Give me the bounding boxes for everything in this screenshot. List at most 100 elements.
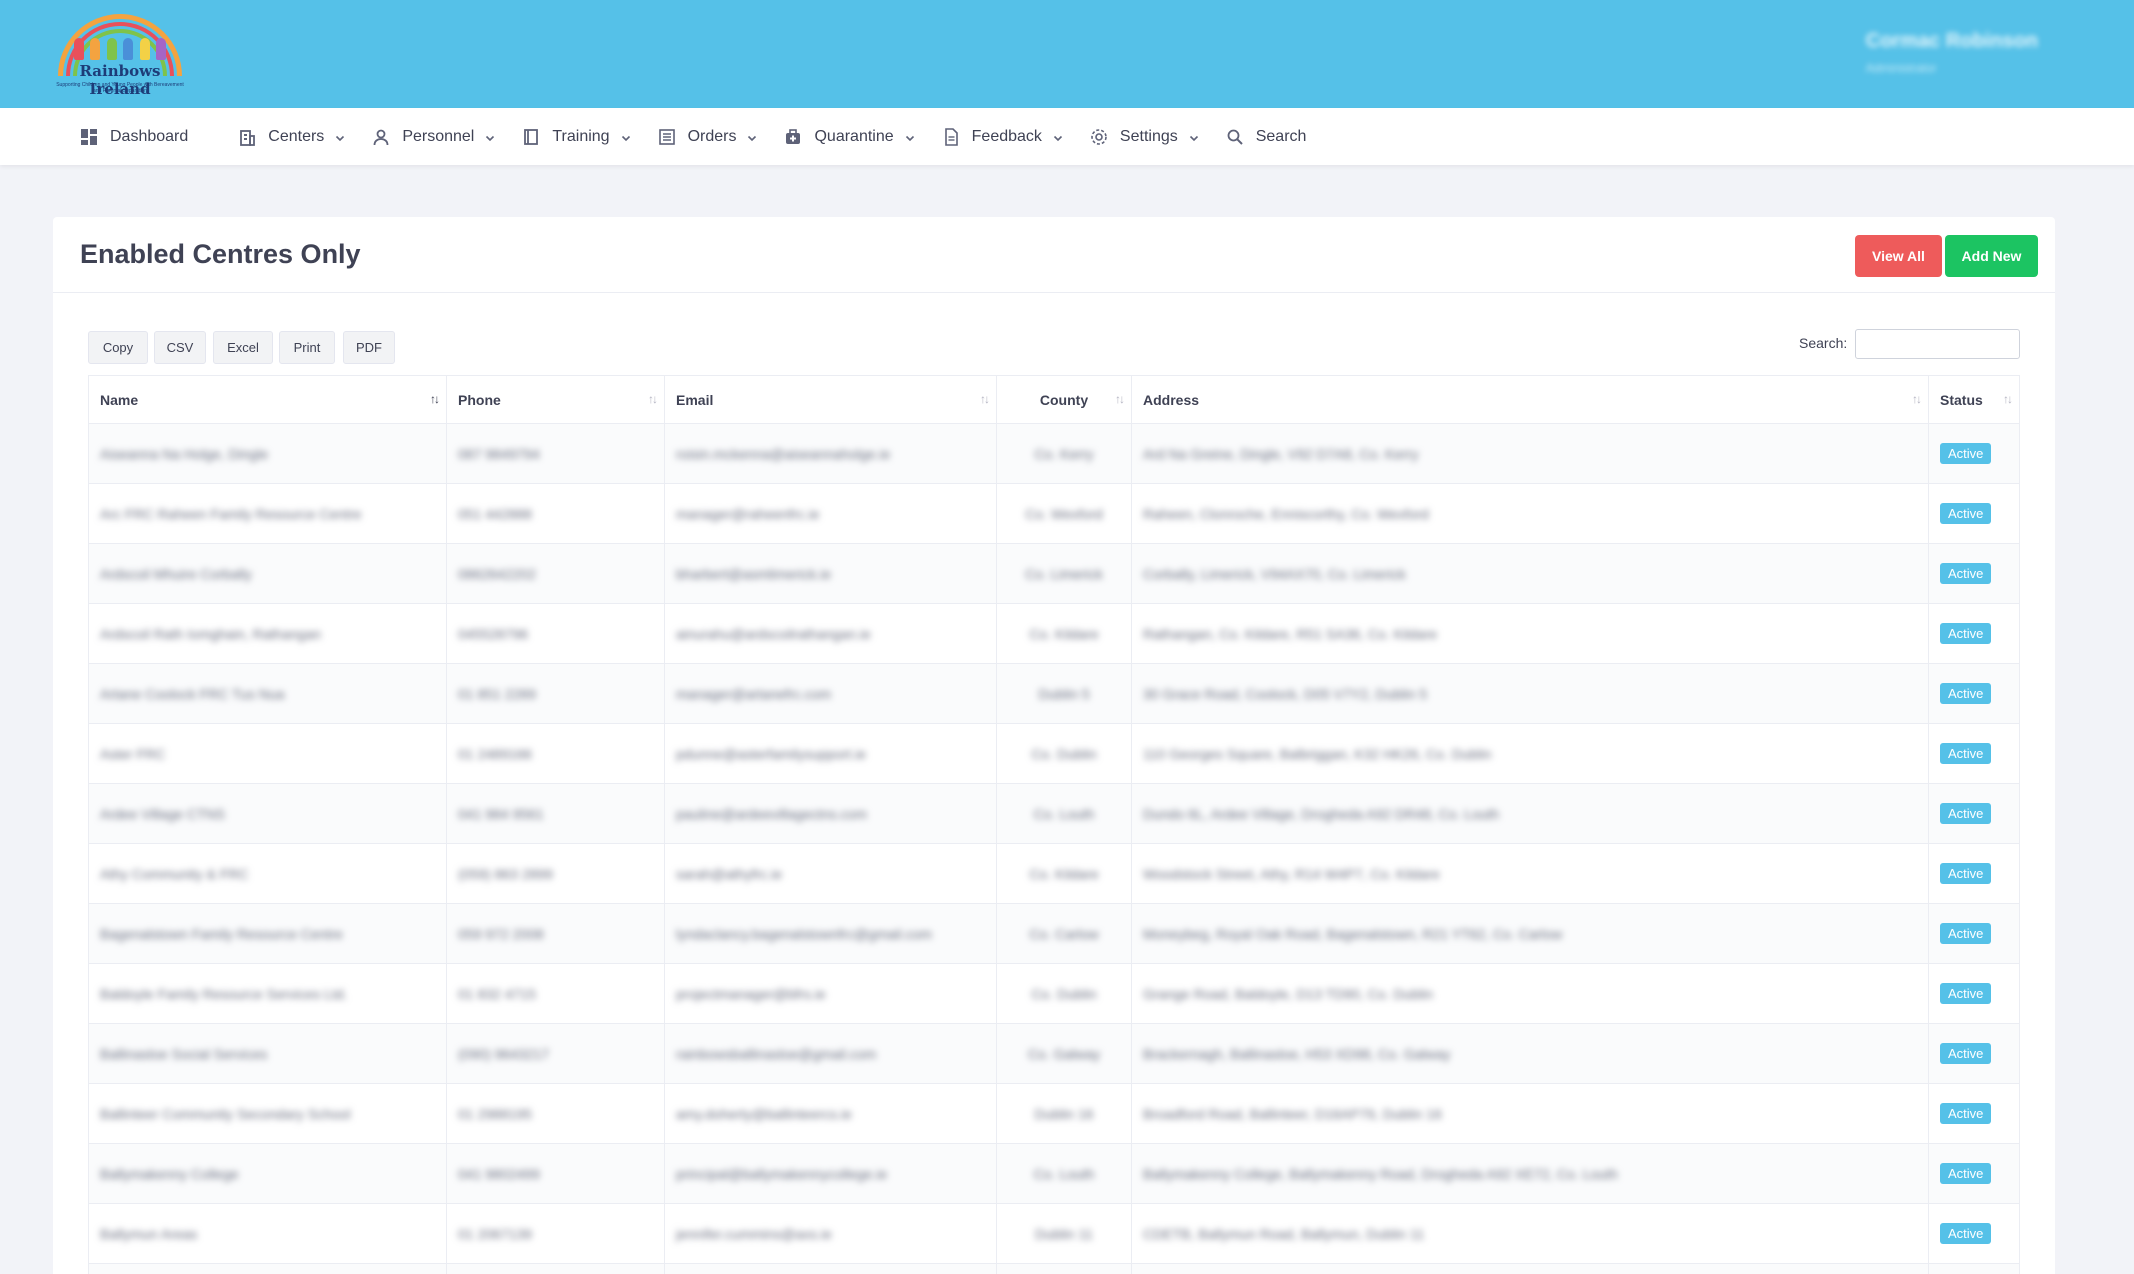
status-badge[interactable]: Active xyxy=(1940,863,1992,884)
cell-text: Aiseanna Na Holge, Dingle xyxy=(100,445,269,462)
export-pdf-button[interactable]: PDF xyxy=(343,331,395,364)
cell-status: Active xyxy=(1929,664,2020,723)
cell-text: 01 851 2289 xyxy=(458,685,536,702)
cell-county: Dublin 10 xyxy=(997,1264,1132,1274)
status-badge[interactable]: Active xyxy=(1940,1163,1992,1184)
logo-tagline: Supporting Children and Young People wit… xyxy=(56,82,184,94)
cell-text: principal@ballymakennycollege.ie xyxy=(676,1165,888,1182)
table-row[interactable]: Ballymakenny College 041 9802499 principal… xyxy=(88,1144,2020,1204)
cell-text: 059 972 2008 xyxy=(458,925,544,942)
status-badge[interactable]: Active xyxy=(1940,803,1992,824)
cell-text: Dublin 16 xyxy=(1034,1105,1094,1122)
status-badge[interactable]: Active xyxy=(1940,983,1992,1004)
nav-label: Dashboard xyxy=(110,127,189,145)
status-badge[interactable]: Active xyxy=(1940,503,1992,524)
table-row[interactable]: Ardee Village CTNS 041 984 9561 pauline@ar… xyxy=(88,784,2020,844)
table-row[interactable]: Artane Coolock FRC Tus Nua 01 851 2289 man… xyxy=(88,664,2020,724)
cell-text: 041 984 9561 xyxy=(458,805,544,822)
column-header-status[interactable]: Status ↑↓ xyxy=(1929,376,2020,423)
cell-text: Ardscoil Mhuire Corbally xyxy=(100,565,252,582)
user-menu[interactable]: Cormac Robinson Administrator xyxy=(1866,30,2038,75)
table-row[interactable]: Ballinteer Community Secondary School 01 … xyxy=(88,1084,2020,1144)
status-badge[interactable]: Active xyxy=(1940,1223,1992,1244)
cell-text: Brackernagh, Ballinasloe, H53 XD98, Co. … xyxy=(1143,1045,1451,1062)
status-badge[interactable]: Active xyxy=(1940,443,1992,464)
book-icon xyxy=(522,128,540,146)
table-row[interactable]: Aiseanna Na Holge, Dingle 087 9849794 rois… xyxy=(88,424,2020,484)
nav-personnel[interactable]: Personnel xyxy=(372,128,496,146)
table-header: Name ↑↓ Phone ↑↓ Email ↑↓ County ↑↓ Address ↑↓ Sta… xyxy=(88,376,2020,424)
cell-text: Ard Na Greine, Dingle, V92 D7A8, Co. Ker… xyxy=(1143,445,1419,462)
nav-dashboard[interactable]: Dashboard xyxy=(80,128,188,146)
table-row[interactable]: Baldoyle Family Resource Services Ltd. 01… xyxy=(88,964,2020,1024)
status-badge[interactable]: Active xyxy=(1940,683,1992,704)
nav-search[interactable]: Search xyxy=(1226,128,1306,146)
cell-status: Active xyxy=(1929,1144,2020,1203)
cell-address: Moneybeg, Royal Oak Road, Bagenalstown, … xyxy=(1132,904,1929,963)
cell-address: 110 Georges Square, Balbriggan, K32 HK26… xyxy=(1132,724,1929,783)
column-header-name[interactable]: Name ↑↓ xyxy=(88,376,447,423)
chevron-down-icon xyxy=(1188,131,1200,143)
table-row[interactable]: Ballyfermot Family Resource Centre01 626… xyxy=(88,1264,2020,1274)
cell-status: Active xyxy=(1929,604,2020,663)
column-header-email[interactable]: Email ↑↓ xyxy=(665,376,997,423)
cell-text: ainurahu@ardscoilrathangan.ie xyxy=(676,625,871,642)
cell-text: Ballinasloe Social Services xyxy=(100,1045,268,1062)
table-row[interactable]: Ardscoil Mhuire Corbally 0862642202 bharbe… xyxy=(88,544,2020,604)
cell-status: Active xyxy=(1929,544,2020,603)
export-excel-button[interactable]: Excel xyxy=(213,331,273,364)
table-row[interactable]: Ballymun Areas 01 2067139 jennifer.cummins… xyxy=(88,1204,2020,1264)
table-row[interactable]: Ardscoil Rath Iomghain, Rathangan 0455287… xyxy=(88,604,2020,664)
centres-table: Name ↑↓ Phone ↑↓ Email ↑↓ County ↑↓ Address ↑↓ Sta… xyxy=(88,375,2020,1274)
table-search-input[interactable] xyxy=(1855,329,2020,359)
nav-label: Centers xyxy=(268,127,325,145)
cell-email: ainurahu@ardscoilrathangan.ie xyxy=(665,604,997,663)
column-header-phone[interactable]: Phone ↑↓ xyxy=(447,376,665,423)
chevron-down-icon xyxy=(620,131,632,143)
table-row[interactable]: Aster FRC 01 2489166 pdunne@asterfamilysup… xyxy=(88,724,2020,784)
cell-text: Athy Community & FRC xyxy=(100,865,249,882)
status-badge[interactable]: Active xyxy=(1940,563,1992,584)
cell-name: Ballyfermot Family Resource Centre xyxy=(88,1264,447,1274)
status-badge[interactable]: Active xyxy=(1940,1043,1992,1064)
status-badge[interactable]: Active xyxy=(1940,923,1992,944)
nav-orders[interactable]: Orders xyxy=(658,128,759,146)
cell-address: Ballyfermot Road, Dublin 10 xyxy=(1132,1264,1929,1274)
nav-quarantine[interactable]: Quarantine xyxy=(784,128,915,146)
cell-address: Grange Road, Baldoyle, D13 TD90, Co. Dub… xyxy=(1132,964,1929,1023)
status-badge[interactable]: Active xyxy=(1940,623,1992,644)
cell-text: Raheen, Clonroche, Enniscorthy, Co. Wexf… xyxy=(1143,505,1429,522)
cell-address: Woodstock Street, Athy, R14 W4P7, Co. Ki… xyxy=(1132,844,1929,903)
building-icon xyxy=(238,128,256,146)
cell-text: lyndaclancy.bagenalstownfrc@gmail.com xyxy=(676,925,932,942)
table-row[interactable]: Bagenalstown Family Resource Centre 059 9… xyxy=(88,904,2020,964)
cell-text: jennifer.cummins@axs.ie xyxy=(676,1225,832,1242)
nav-centers[interactable]: Centers xyxy=(238,128,346,146)
nav-settings[interactable]: Settings xyxy=(1090,128,1200,146)
export-print-button[interactable]: Print xyxy=(279,331,335,364)
rainbows-ireland-logo[interactable]: Rainbows Ireland Supporting Children and… xyxy=(50,10,190,98)
cell-phone: 045528796 xyxy=(447,604,665,663)
add-new-button[interactable]: Add New xyxy=(1945,235,2038,277)
cell-status: Active xyxy=(1929,784,2020,843)
export-copy-button[interactable]: Copy xyxy=(88,331,148,364)
cell-address: Corbally, Limerick, V94AX70, Co. Limeric… xyxy=(1132,544,1929,603)
column-header-county[interactable]: County ↑↓ xyxy=(997,376,1132,423)
nav-training[interactable]: Training xyxy=(522,128,631,146)
export-csv-button[interactable]: CSV xyxy=(154,331,206,364)
cell-phone: 01 6265011 xyxy=(447,1264,665,1274)
column-header-address[interactable]: Address ↑↓ xyxy=(1132,376,1929,423)
view-all-button[interactable]: View All xyxy=(1855,235,1942,277)
status-badge[interactable]: Active xyxy=(1940,1103,1992,1124)
nav-feedback[interactable]: Feedback xyxy=(942,128,1064,146)
table-row[interactable]: Ballinasloe Social Services (090) 9643217… xyxy=(88,1024,2020,1084)
cell-text: 01 832 4715 xyxy=(458,985,536,1002)
status-badge[interactable]: Active xyxy=(1940,743,1992,764)
cell-address: Ballymakenny College, Ballymakenny Road,… xyxy=(1132,1144,1929,1203)
table-row[interactable]: Athy Community & FRC (059) 863 2899 sarah@… xyxy=(88,844,2020,904)
cell-county: Dublin 11 xyxy=(997,1204,1132,1263)
cell-name: Ballinasloe Social Services xyxy=(88,1024,447,1083)
nav-label: Training xyxy=(552,127,610,145)
table-row[interactable]: Arc FRC Raheen Family Resource Centre 051… xyxy=(88,484,2020,544)
cell-text: Arc FRC Raheen Family Resource Centre xyxy=(100,505,362,522)
